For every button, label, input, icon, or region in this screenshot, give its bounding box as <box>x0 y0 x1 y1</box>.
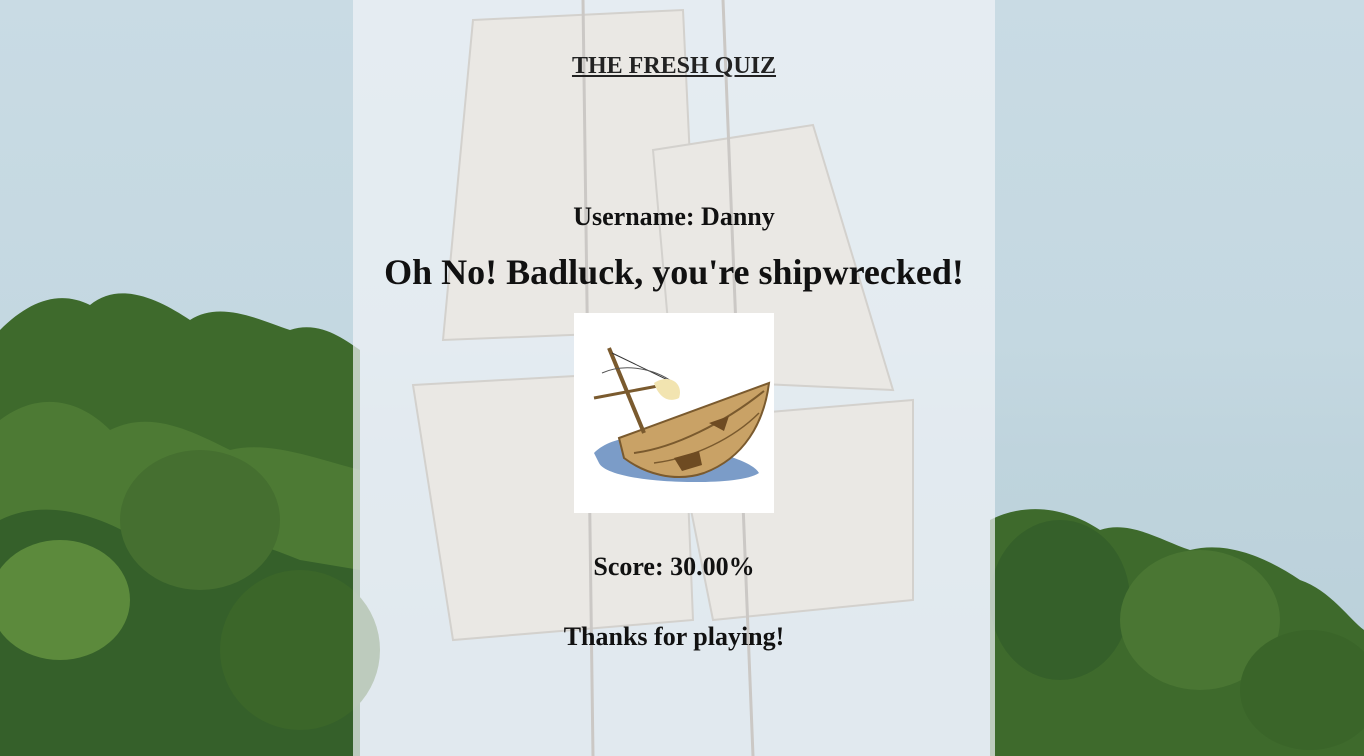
username-label: Username: Danny <box>573 202 775 231</box>
result-headline: Oh No! Badluck, you're shipwrecked! <box>384 252 964 292</box>
shipwreck-icon <box>593 347 771 483</box>
score-label: Score: 30.00% <box>593 552 755 581</box>
shipwreck-image <box>574 313 774 513</box>
result-card: THE FRESH QUIZ Username: Danny Oh No! Ba… <box>353 0 995 756</box>
thanks-message: Thanks for playing! <box>563 622 785 651</box>
page-title[interactable]: THE FRESH QUIZ <box>353 53 995 80</box>
